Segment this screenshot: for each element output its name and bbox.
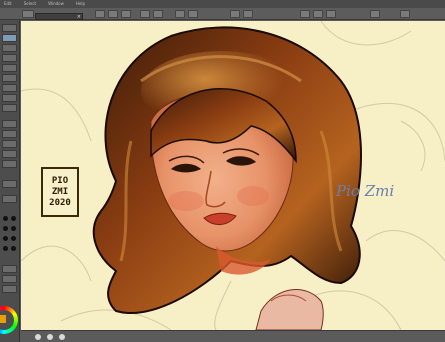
tool-button[interactable]	[2, 265, 17, 273]
brush-size-swatch[interactable]	[3, 216, 8, 221]
stamp-line-2: ZMI	[51, 186, 69, 197]
brush-size-swatch[interactable]	[11, 246, 16, 251]
toolbar-button[interactable]	[243, 10, 253, 18]
toolbar-button[interactable]	[188, 10, 198, 18]
tool-button[interactable]	[2, 180, 17, 188]
brush-size-swatch[interactable]	[3, 226, 8, 231]
menu-bar: Edit Select Window Help	[0, 0, 445, 8]
stamp-line-1: PIO	[51, 175, 69, 186]
tool-panel	[0, 20, 20, 342]
tool-button[interactable]	[2, 160, 17, 168]
color-wheel-icon[interactable]	[0, 306, 18, 334]
tool-button[interactable]	[2, 74, 17, 82]
toolbar-button[interactable]	[153, 10, 163, 18]
tool-button[interactable]	[2, 195, 17, 203]
toolbar-button[interactable]	[22, 10, 34, 18]
toolbar-button[interactable]	[108, 10, 118, 18]
menu-select[interactable]: Select	[24, 0, 36, 8]
artwork	[21, 21, 445, 330]
toolbar-button[interactable]	[175, 10, 185, 18]
close-icon[interactable]: ×	[77, 14, 81, 20]
toolbar-button[interactable]	[300, 10, 310, 18]
tool-button[interactable]	[2, 140, 17, 148]
artist-signature: Pio Zmi	[336, 182, 395, 200]
drawing-canvas[interactable]: PIO ZMI 2020 Pio Zmi	[21, 21, 445, 330]
tool-button[interactable]	[2, 275, 17, 283]
status-icon[interactable]	[59, 334, 65, 340]
tool-button[interactable]	[2, 120, 17, 128]
toolbar-button[interactable]	[313, 10, 323, 18]
tool-button-active[interactable]	[2, 34, 17, 42]
brush-size-swatch[interactable]	[11, 226, 16, 231]
tool-button[interactable]	[2, 84, 17, 92]
menu-help[interactable]: Help	[76, 0, 85, 8]
brush-size-swatch[interactable]	[11, 236, 16, 241]
document-tab[interactable]: ×	[35, 13, 83, 20]
brush-size-swatch[interactable]	[3, 246, 8, 251]
toolbar-button[interactable]	[95, 10, 105, 18]
tool-button[interactable]	[2, 130, 17, 138]
tool-button[interactable]	[2, 44, 17, 52]
status-icon[interactable]	[47, 334, 53, 340]
toolbar-button[interactable]	[140, 10, 150, 18]
stamp-line-3: 2020	[49, 197, 71, 208]
current-color-swatch[interactable]	[0, 315, 6, 323]
toolbar-button[interactable]	[230, 10, 240, 18]
menu-window[interactable]: Window	[48, 0, 64, 8]
tool-button[interactable]	[2, 104, 17, 112]
tool-button[interactable]	[2, 64, 17, 72]
tool-button[interactable]	[2, 285, 17, 293]
status-bar	[21, 330, 445, 342]
toolbar-button[interactable]	[121, 10, 131, 18]
toolbar-button[interactable]	[400, 10, 410, 18]
menu-edit[interactable]: Edit	[4, 0, 12, 8]
tool-button[interactable]	[2, 24, 17, 32]
tool-button[interactable]	[2, 54, 17, 62]
tool-button[interactable]	[2, 150, 17, 158]
artist-stamp: PIO ZMI 2020	[41, 167, 79, 217]
brush-size-swatch[interactable]	[11, 216, 16, 221]
tool-button[interactable]	[2, 94, 17, 102]
hand	[255, 289, 324, 330]
toolbar-button[interactable]	[370, 10, 380, 18]
status-icon[interactable]	[35, 334, 41, 340]
brush-size-swatch[interactable]	[3, 236, 8, 241]
toolbar-button[interactable]	[326, 10, 336, 18]
